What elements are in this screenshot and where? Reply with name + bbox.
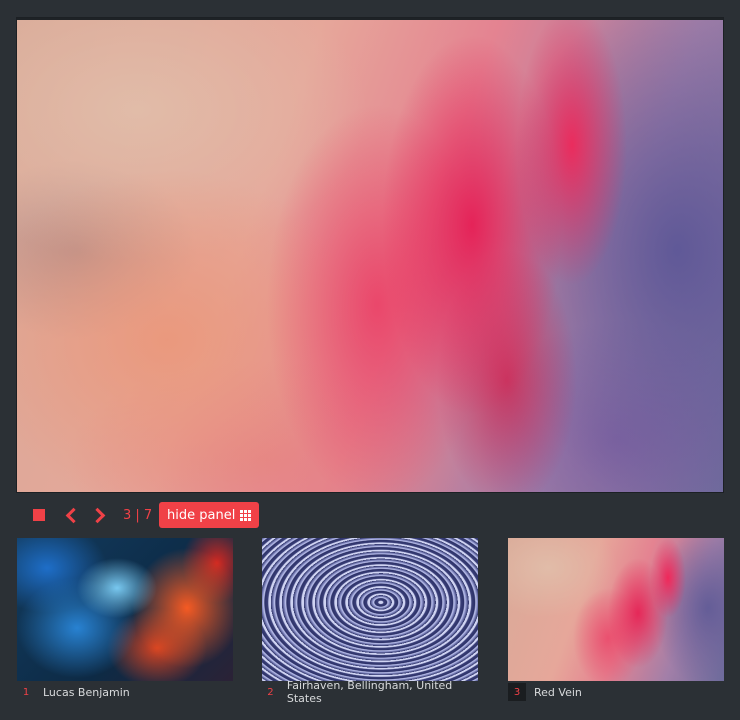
thumbnail-caption-text: Red Vein [534, 685, 582, 699]
thumbnail-caption-text: Lucas Benjamin [43, 685, 130, 699]
grid-icon [240, 509, 252, 521]
thumbnail-image[interactable] [262, 538, 478, 681]
hide-panel-label: hide panel [167, 507, 236, 523]
thumbnail-caption: 3 Red Vein [508, 681, 724, 703]
stop-icon [33, 509, 45, 521]
gallery-viewer: 3 | 7 hide panel 1 Lucas Benjamin 2 Fair… [0, 0, 740, 720]
hide-panel-button[interactable]: hide panel [159, 502, 260, 528]
thumbnail-item-active[interactable]: 3 Red Vein [508, 538, 724, 703]
image-counter: 3 | 7 [123, 507, 153, 523]
previous-image-button[interactable] [61, 492, 81, 538]
thumbnail-item[interactable]: 1 Lucas Benjamin [17, 538, 233, 703]
thumbnail-strip: 1 Lucas Benjamin 2 Fairhaven, Bellingham… [17, 538, 724, 720]
thumbnail-caption: 1 Lucas Benjamin [17, 681, 233, 703]
thumbnail-image[interactable] [17, 538, 233, 681]
thumbnail-index: 1 [22, 686, 30, 698]
thumbnail-index: 3 [508, 683, 526, 701]
stop-slideshow-button[interactable] [29, 492, 49, 538]
next-image-button[interactable] [89, 492, 109, 538]
main-image[interactable] [17, 20, 723, 492]
chevron-left-icon [65, 507, 81, 523]
main-image-frame [17, 18, 723, 492]
thumbnail-image[interactable] [508, 538, 724, 681]
thumbnail-item[interactable]: 2 Fairhaven, Bellingham, United States [262, 538, 478, 705]
thumbnail-index: 2 [267, 686, 274, 698]
chevron-right-icon [89, 507, 105, 523]
gallery-toolbar: 3 | 7 hide panel [17, 492, 723, 538]
thumbnail-caption: 2 Fairhaven, Bellingham, United States [262, 679, 478, 705]
thumbnail-caption-text: Fairhaven, Bellingham, United States [286, 679, 453, 705]
